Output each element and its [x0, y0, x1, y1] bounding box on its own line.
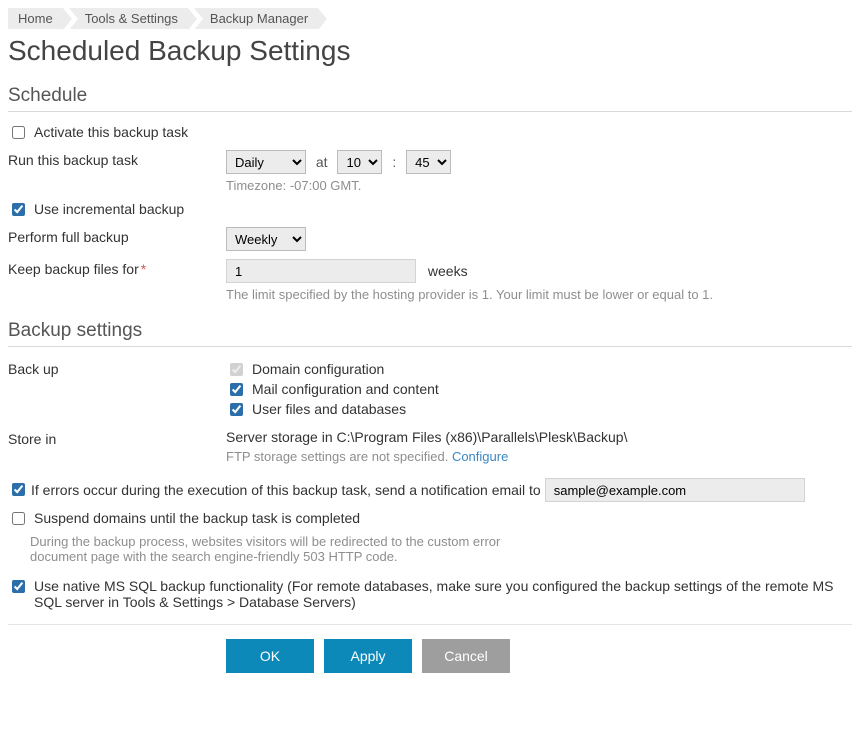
breadcrumb-home[interactable]: Home	[8, 8, 63, 29]
section-backup-settings: Backup settings	[8, 320, 852, 347]
section-schedule: Schedule	[8, 85, 852, 112]
colon-text: :	[392, 154, 396, 170]
at-text: at	[316, 154, 328, 170]
suspend-note: During the backup process, websites visi…	[30, 534, 550, 564]
timezone-note: Timezone: -07:00 GMT.	[226, 178, 746, 193]
breadcrumb-tools-settings[interactable]: Tools & Settings	[69, 8, 188, 29]
minute-select[interactable]: 45	[406, 150, 451, 174]
storein-label: Store in	[8, 429, 226, 447]
ok-button[interactable]: OK	[226, 639, 314, 673]
incremental-checkbox[interactable]	[12, 203, 25, 216]
userfiles-label: User files and databases	[252, 401, 406, 417]
suspend-label: Suspend domains until the backup task is…	[34, 510, 360, 526]
perform-full-label: Perform full backup	[8, 227, 226, 245]
mail-cfg-row[interactable]: Mail configuration and content	[226, 381, 852, 399]
storein-path: Server storage in C:\Program Files (x86)…	[226, 429, 852, 445]
apply-button[interactable]: Apply	[324, 639, 412, 673]
keep-value-input[interactable]	[226, 259, 416, 283]
activate-backup-label: Activate this backup task	[34, 124, 188, 140]
suspend-row[interactable]: Suspend domains until the backup task is…	[8, 510, 852, 528]
notify-email-input[interactable]	[545, 478, 805, 502]
backup-label: Back up	[8, 359, 226, 377]
domain-cfg-label: Domain configuration	[252, 361, 384, 377]
notify-checkbox[interactable]	[12, 483, 25, 496]
keep-label: Keep backup files for*	[8, 259, 226, 277]
mail-cfg-label: Mail configuration and content	[252, 381, 439, 397]
page-title: Scheduled Backup Settings	[8, 35, 852, 67]
frequency-select[interactable]: Daily	[226, 150, 306, 174]
native-mssql-row[interactable]: Use native MS SQL backup functionality (…	[8, 578, 852, 610]
notify-label: If errors occur during the execution of …	[31, 482, 541, 498]
hour-select[interactable]: 10	[337, 150, 382, 174]
keep-unit: weeks	[428, 263, 468, 279]
cancel-button[interactable]: Cancel	[422, 639, 510, 673]
incremental-label: Use incremental backup	[34, 201, 184, 217]
breadcrumb-backup-manager[interactable]: Backup Manager	[194, 8, 318, 29]
userfiles-checkbox[interactable]	[230, 403, 243, 416]
button-bar: OK Apply Cancel	[226, 639, 852, 673]
perform-full-select[interactable]: Weekly	[226, 227, 306, 251]
keep-note: The limit specified by the hosting provi…	[226, 287, 746, 302]
activate-backup-row[interactable]: Activate this backup task	[8, 124, 852, 142]
configure-ftp-link[interactable]: Configure	[452, 449, 508, 464]
suspend-checkbox[interactable]	[12, 512, 25, 525]
ftp-note: FTP storage settings are not specified. …	[226, 449, 746, 464]
run-task-label: Run this backup task	[8, 150, 226, 168]
activate-backup-checkbox[interactable]	[12, 126, 25, 139]
divider	[8, 624, 852, 625]
notify-row: If errors occur during the execution of …	[8, 478, 852, 502]
native-mssql-label: Use native MS SQL backup functionality (…	[34, 578, 852, 610]
native-mssql-checkbox[interactable]	[12, 580, 25, 593]
breadcrumb: Home Tools & Settings Backup Manager	[8, 8, 852, 29]
mail-cfg-checkbox[interactable]	[230, 383, 243, 396]
domain-cfg-row[interactable]: Domain configuration	[226, 361, 852, 379]
incremental-row[interactable]: Use incremental backup	[8, 201, 852, 219]
userfiles-row[interactable]: User files and databases	[226, 401, 852, 419]
domain-cfg-checkbox	[230, 363, 243, 376]
required-asterisk: *	[141, 261, 146, 277]
